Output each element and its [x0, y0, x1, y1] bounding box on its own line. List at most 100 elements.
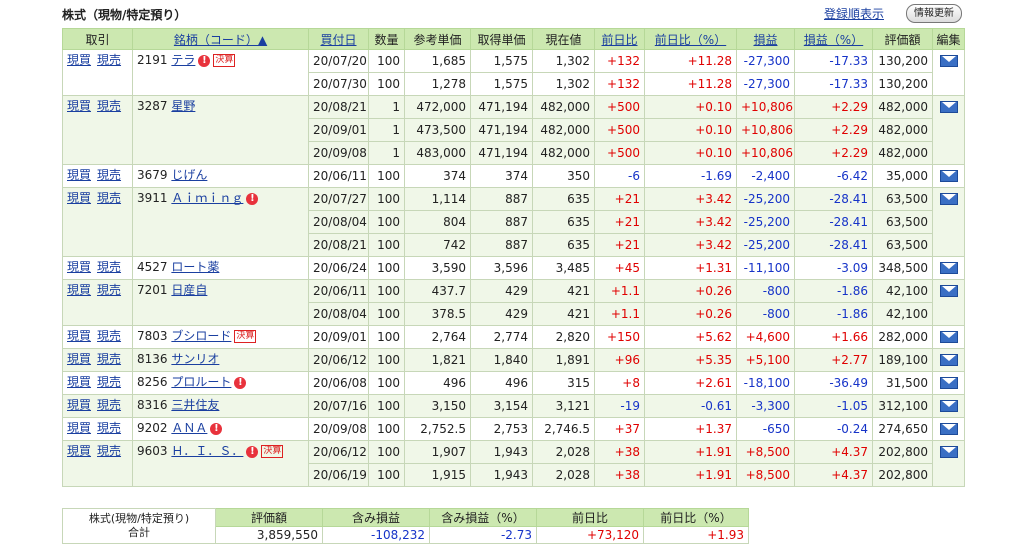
- quantity: 100: [368, 302, 405, 326]
- mail-edit-icon[interactable]: [939, 399, 958, 412]
- buy-link[interactable]: 現買: [67, 421, 91, 435]
- alert-icon[interactable]: !: [198, 54, 211, 67]
- col-pl-sort[interactable]: 損益: [736, 28, 795, 50]
- stock-name-link[interactable]: 日産自: [171, 283, 207, 297]
- stock-name-link[interactable]: プロルート: [171, 375, 231, 389]
- summary-day-change-pct: +1.93: [643, 526, 749, 544]
- stock-name-link[interactable]: 星野: [171, 99, 195, 113]
- sell-link[interactable]: 現売: [97, 260, 121, 274]
- stock-name-link[interactable]: 三井住友: [171, 398, 219, 412]
- day-change: +21: [594, 187, 645, 211]
- buy-link[interactable]: 現買: [67, 191, 91, 205]
- stock-code: 8136: [137, 352, 168, 366]
- mail-edit-icon[interactable]: [939, 445, 958, 458]
- quantity: 100: [368, 394, 405, 418]
- profit-loss: +10,806: [736, 95, 795, 119]
- sell-link[interactable]: 現売: [97, 168, 121, 182]
- day-change: +500: [594, 95, 645, 119]
- holding-row: 現買 現売 9202 ＡＮＡ! 20/09/08 100 2,752.5 2,753 2,74…: [62, 417, 965, 441]
- sell-link[interactable]: 現売: [97, 329, 121, 343]
- stock-cell: 2191 テラ! 決算: [132, 49, 309, 96]
- sell-link[interactable]: 現売: [97, 352, 121, 366]
- ref-price: 1,278: [404, 72, 471, 96]
- mail-edit-icon[interactable]: [939, 54, 958, 67]
- buy-link[interactable]: 現買: [67, 375, 91, 389]
- alert-icon[interactable]: !: [246, 192, 259, 205]
- buy-link[interactable]: 現買: [67, 283, 91, 297]
- refresh-info-button[interactable]: 情報更新: [906, 4, 962, 23]
- day-change-pct: +3.42: [644, 210, 737, 234]
- sell-link[interactable]: 現売: [97, 398, 121, 412]
- mail-edit-icon[interactable]: [939, 169, 958, 182]
- mail-edit-icon[interactable]: [939, 376, 958, 389]
- sell-link[interactable]: 現売: [97, 444, 121, 458]
- mail-edit-icon[interactable]: [939, 422, 958, 435]
- sell-link[interactable]: 現売: [97, 191, 121, 205]
- mail-edit-icon[interactable]: [939, 353, 958, 366]
- alert-icon[interactable]: !: [234, 376, 247, 389]
- profit-loss: +10,806: [736, 118, 795, 142]
- mail-edit-icon[interactable]: [939, 100, 958, 113]
- day-change-pct: +11.28: [644, 72, 737, 96]
- alert-icon[interactable]: !: [246, 445, 259, 458]
- day-change-pct: +3.42: [644, 233, 737, 257]
- valuation: 63,500: [872, 210, 933, 234]
- sell-link[interactable]: 現売: [97, 375, 121, 389]
- earnings-badge: 決算: [261, 445, 284, 458]
- current-price: 1,302: [532, 49, 595, 73]
- day-change: -19: [594, 394, 645, 418]
- trade-actions-cell: 現買 現売: [62, 371, 133, 395]
- buy-link[interactable]: 現買: [67, 99, 91, 113]
- stock-name-link[interactable]: ブシロード: [171, 329, 231, 343]
- stock-name-link[interactable]: テラ: [171, 53, 195, 67]
- current-price: 635: [532, 233, 595, 257]
- ref-price: 3,590: [404, 256, 471, 280]
- col-day-change-sort[interactable]: 前日比: [594, 28, 645, 50]
- stock-name-link[interactable]: ロート薬: [171, 260, 219, 274]
- sort-by-registration-link[interactable]: 登録順表示: [824, 5, 884, 22]
- stock-name-link[interactable]: Ａｉｍｉｎｇ: [171, 191, 243, 205]
- quantity: 100: [368, 49, 405, 73]
- quantity: 100: [368, 256, 405, 280]
- sell-link[interactable]: 現売: [97, 99, 121, 113]
- mail-edit-icon[interactable]: [939, 261, 958, 274]
- buy-link[interactable]: 現買: [67, 168, 91, 182]
- buy-link[interactable]: 現買: [67, 53, 91, 67]
- mail-edit-icon[interactable]: [939, 192, 958, 205]
- buy-link[interactable]: 現買: [67, 444, 91, 458]
- current-price: 482,000: [532, 141, 595, 165]
- valuation: 42,100: [872, 279, 933, 303]
- mail-edit-icon[interactable]: [939, 330, 958, 343]
- holding-row: 現買 現売 8256 プロルート! 20/06/08 100 496 496 315 +8 +2.…: [62, 371, 965, 395]
- edit-cell: [932, 394, 965, 418]
- buy-link[interactable]: 現買: [67, 260, 91, 274]
- day-change: +21: [594, 210, 645, 234]
- stock-name-link[interactable]: じげん: [171, 168, 207, 182]
- buy-link[interactable]: 現買: [67, 352, 91, 366]
- col-day-change-pct-sort[interactable]: 前日比（%）: [644, 28, 737, 50]
- sell-link[interactable]: 現売: [97, 283, 121, 297]
- day-change-pct: +11.28: [644, 49, 737, 73]
- buy-link[interactable]: 現買: [67, 329, 91, 343]
- sell-link[interactable]: 現売: [97, 53, 121, 67]
- summary-col-valuation: 評価額: [215, 508, 323, 527]
- profit-loss: +4,600: [736, 325, 795, 349]
- col-stock-sort[interactable]: 銘柄（コード）▲: [132, 28, 309, 50]
- ref-price: 1,907: [404, 440, 471, 464]
- buy-link[interactable]: 現買: [67, 398, 91, 412]
- stock-name-link[interactable]: サンリオ: [171, 352, 219, 366]
- mail-edit-icon[interactable]: [939, 284, 958, 297]
- col-pl-pct-sort[interactable]: 損益（%）: [794, 28, 873, 50]
- valuation: 482,000: [872, 141, 933, 165]
- valuation: 31,500: [872, 371, 933, 395]
- stock-name-link[interactable]: Ｈ．Ｉ．Ｓ．: [171, 444, 243, 458]
- col-buy-date-sort[interactable]: 買付日: [308, 28, 369, 50]
- stock-name-link[interactable]: ＡＮＡ: [171, 421, 207, 435]
- alert-icon[interactable]: !: [210, 422, 223, 435]
- cost-price: 3,596: [470, 256, 533, 280]
- day-change-pct: -1.69: [644, 164, 737, 188]
- stock-cell: 9202 ＡＮＡ!: [132, 417, 309, 441]
- cost-price: 1,575: [470, 49, 533, 73]
- buy-date: 20/06/11: [308, 279, 369, 303]
- sell-link[interactable]: 現売: [97, 421, 121, 435]
